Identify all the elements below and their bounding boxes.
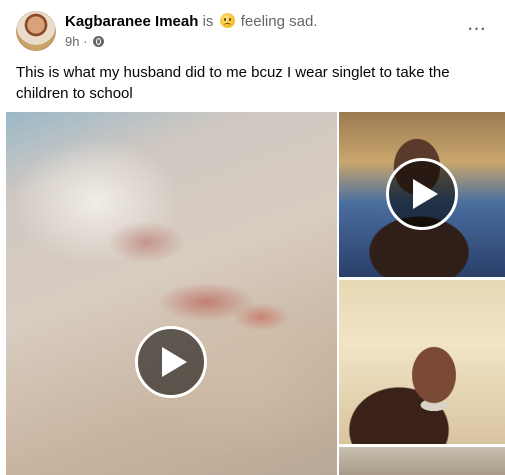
play-icon[interactable] <box>386 158 458 230</box>
timestamp[interactable]: 9h <box>65 34 79 49</box>
is-text: is <box>202 13 214 30</box>
photo-tile-bottom-right[interactable] <box>339 447 505 475</box>
author-name[interactable]: Kagbaranee Imeah <box>65 13 198 30</box>
feeling-text[interactable]: feeling sad. <box>241 13 318 30</box>
post-meta: 9h · <box>65 34 105 50</box>
play-icon[interactable] <box>135 326 207 398</box>
feed-post: Kagbaranee Imeah is feeling sad. 9h · ··… <box>0 0 505 475</box>
photo-tile-middle-right[interactable] <box>339 280 505 444</box>
video-tile-main[interactable] <box>6 112 337 475</box>
separator: · <box>83 34 88 49</box>
post-header: Kagbaranee Imeah is feeling sad. 9h · ··… <box>0 0 505 58</box>
post-caption: This is what my husband did to me bcuz I… <box>16 64 450 102</box>
media-grid <box>0 112 505 475</box>
video-tile-top-right[interactable] <box>339 112 505 277</box>
more-options-icon[interactable]: ··· <box>458 17 494 46</box>
author-line: Kagbaranee Imeah is feeling sad. <box>65 12 317 32</box>
globe-icon <box>93 36 105 47</box>
sad-face-icon <box>219 13 235 28</box>
avatar[interactable] <box>16 11 56 51</box>
